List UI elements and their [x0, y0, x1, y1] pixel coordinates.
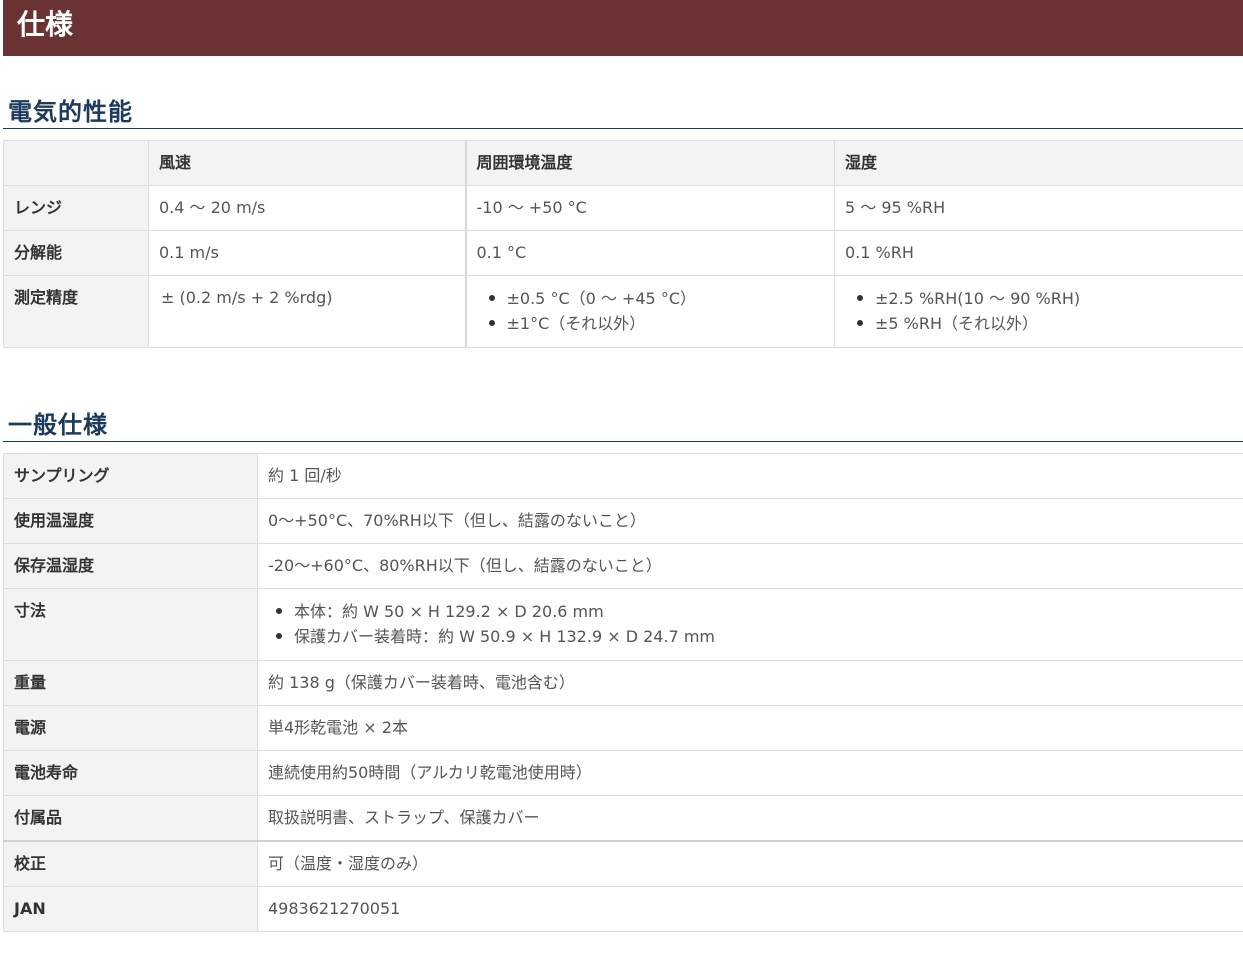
- bullet-icon: [488, 295, 495, 301]
- cell-dimensions: 本体：約 W 50 × H 129.2 × D 20.6 mm 保護カバー装着時…: [257, 588, 1243, 661]
- list-item: ±2.5 %RH(10 ～ 90 %RH): [853, 286, 1233, 311]
- table-row: 分解能 0.1 m/s 0.1 °C 0.1 %RH: [3, 230, 1243, 276]
- header-cell-empty: [3, 140, 149, 186]
- header-cell-humidity: 湿度: [834, 140, 1243, 186]
- bullet-icon: [857, 295, 863, 301]
- table-row: 付属品 取扱説明書、ストラップ、保護カバー: [3, 795, 1243, 842]
- table-row: サンプリング 約 1 回/秒: [3, 453, 1243, 499]
- page-title-banner: 仕様: [3, 0, 1243, 56]
- cell-range-wind: 0.4 ～ 20 m/s: [148, 185, 466, 231]
- row-label-power: 電源: [3, 705, 258, 751]
- cell-calibration: 可（温度・湿度のみ）: [257, 840, 1243, 887]
- row-label-weight: 重量: [3, 660, 258, 706]
- cell-battery-life: 連続使用約50時間（アルカリ乾電池使用時）: [257, 750, 1243, 796]
- cell-resolution-wind: 0.1 m/s: [148, 230, 466, 276]
- table-row: 保存温湿度 -20～+60°C、80%RH以下（但し、結露のないこと）: [3, 543, 1243, 589]
- row-label-battery-life: 電池寿命: [3, 750, 258, 796]
- bullet-icon: [276, 633, 282, 639]
- cell-accuracy-humidity: ±2.5 %RH(10 ～ 90 %RH) ±5 %RH（それ以外）: [834, 275, 1243, 348]
- row-label-storage-conditions: 保存温湿度: [3, 543, 258, 589]
- list-item: 本体：約 W 50 × H 129.2 × D 20.6 mm: [272, 599, 1233, 624]
- row-label-accuracy: 測定精度: [3, 275, 149, 348]
- accuracy-wind-text: ± (0.2 m/s + 2 %rdg): [161, 288, 333, 307]
- electrical-section-divider: [3, 128, 1243, 129]
- electrical-spec-table: 風速 周囲環境温度 湿度 レンジ 0.4 ～ 20 m/s -10 ～ +50 …: [3, 140, 1243, 348]
- cell-range-humidity: 5 ～ 95 %RH: [834, 185, 1243, 231]
- header-cell-ambient-temp: 周囲環境温度: [464, 140, 835, 186]
- bullet-icon: [276, 608, 282, 614]
- header-cell-wind-speed: 風速: [148, 140, 466, 186]
- cell-resolution-humidity: 0.1 %RH: [834, 230, 1243, 276]
- row-label-sampling: サンプリング: [3, 453, 258, 499]
- row-label-calibration: 校正: [3, 840, 258, 887]
- table-row: 重量 約 138 g（保護カバー装着時、電池含む）: [3, 660, 1243, 706]
- general-section-divider: [3, 441, 1243, 442]
- bullet-icon: [857, 320, 863, 326]
- row-label-accessories: 付属品: [3, 795, 258, 842]
- table-row: 寸法 本体：約 W 50 × H 129.2 × D 20.6 mm 保護カバー…: [3, 588, 1243, 661]
- cell-jan: 4983621270051: [257, 886, 1243, 932]
- accuracy-temp-list: ±0.5 °C（0 ～ +45 °C） ±1°C（それ以外）: [477, 286, 825, 336]
- table-row: 校正 可（温度・湿度のみ）: [3, 840, 1243, 887]
- bullet-icon: [488, 320, 495, 326]
- table-row: 電池寿命 連続使用約50時間（アルカリ乾電池使用時）: [3, 750, 1243, 796]
- cell-sampling: 約 1 回/秒: [257, 453, 1243, 499]
- row-label-operating-conditions: 使用温湿度: [3, 498, 258, 544]
- general-section-title: 一般仕様: [8, 411, 108, 439]
- cell-power: 単4形乾電池 × 2本: [257, 705, 1243, 751]
- electrical-section-title: 電気的性能: [8, 98, 133, 126]
- list-item: ±0.5 °C（0 ～ +45 °C）: [485, 286, 825, 311]
- row-label-range: レンジ: [3, 185, 149, 231]
- table-row: 測定精度 ± (0.2 m/s + 2 %rdg) ±0.5 °C（0 ～ +4…: [3, 275, 1243, 348]
- cell-storage-conditions: -20～+60°C、80%RH以下（但し、結露のないこと）: [257, 543, 1243, 589]
- table-row: レンジ 0.4 ～ 20 m/s -10 ～ +50 °C 5 ～ 95 %RH: [3, 185, 1243, 231]
- cell-operating-conditions: 0～+50°C、70%RH以下（但し、結露のないこと）: [257, 498, 1243, 544]
- cell-resolution-temp: 0.1 °C: [464, 230, 835, 276]
- general-spec-table: サンプリング 約 1 回/秒 使用温湿度 0～+50°C、70%RH以下（但し、…: [3, 453, 1243, 932]
- table-row: JAN 4983621270051: [3, 886, 1243, 932]
- row-label-jan: JAN: [3, 886, 258, 932]
- list-item: 保護カバー装着時：約 W 50.9 × H 132.9 × D 24.7 mm: [272, 624, 1233, 649]
- cell-accuracy-wind: ± (0.2 m/s + 2 %rdg): [148, 275, 466, 348]
- cell-weight: 約 138 g（保護カバー装着時、電池含む）: [257, 660, 1243, 706]
- table-row: 使用温湿度 0～+50°C、70%RH以下（但し、結露のないこと）: [3, 498, 1243, 544]
- cell-accessories: 取扱説明書、ストラップ、保護カバー: [257, 795, 1243, 842]
- accuracy-humidity-list: ±2.5 %RH(10 ～ 90 %RH) ±5 %RH（それ以外）: [845, 286, 1233, 336]
- row-label-dimensions: 寸法: [3, 588, 258, 661]
- list-item: ±1°C（それ以外）: [485, 311, 825, 336]
- row-label-resolution: 分解能: [3, 230, 149, 276]
- dimensions-list: 本体：約 W 50 × H 129.2 × D 20.6 mm 保護カバー装着時…: [268, 599, 1233, 649]
- cell-range-temp: -10 ～ +50 °C: [464, 185, 835, 231]
- cell-accuracy-temp: ±0.5 °C（0 ～ +45 °C） ±1°C（それ以外）: [464, 275, 835, 348]
- page-title: 仕様: [17, 8, 74, 41]
- table-row: 電源 単4形乾電池 × 2本: [3, 705, 1243, 751]
- table-header-row: 風速 周囲環境温度 湿度: [3, 140, 1243, 186]
- list-item: ±5 %RH（それ以外）: [853, 311, 1233, 336]
